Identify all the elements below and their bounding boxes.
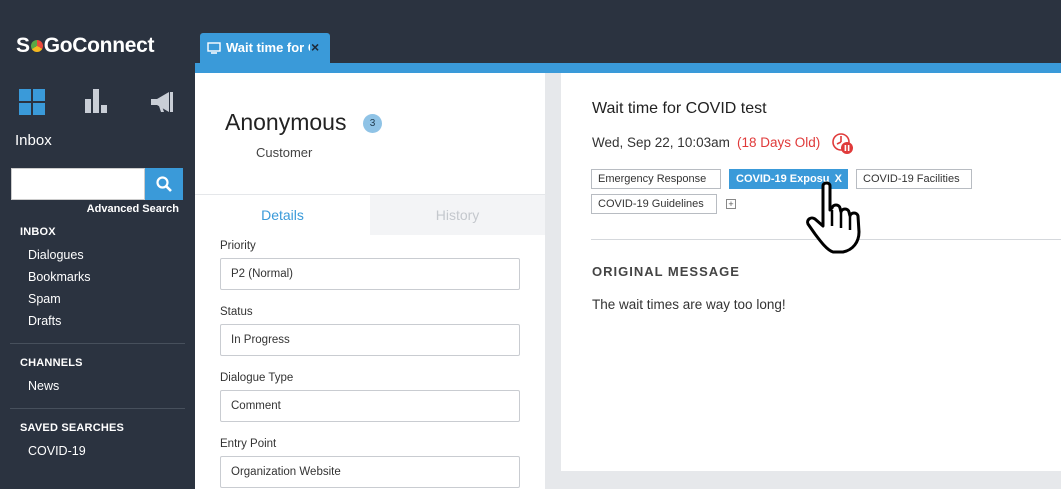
megaphone-icon[interactable] <box>149 89 175 115</box>
tab-label: Wait time for COVID test <box>226 40 310 55</box>
accent-strip <box>195 63 1061 73</box>
app-logo[interactable]: S GoConnect <box>16 34 154 58</box>
contact-name: Anonymous <box>225 109 347 135</box>
dashboard-grid-icon[interactable] <box>19 89 45 115</box>
add-tag-button[interactable]: + <box>726 199 736 209</box>
sidebar: S GoConnect Inbox Advanced Search INBOX D… <box>0 0 195 489</box>
section-title-inbox: INBOX <box>20 226 56 238</box>
original-message-heading: ORIGINAL MESSAGE <box>592 264 740 279</box>
advanced-search-link[interactable]: Advanced Search <box>87 203 179 215</box>
hand-pointer-icon <box>806 181 861 254</box>
search-input[interactable] <box>11 168 145 200</box>
bar-chart-icon[interactable] <box>85 89 109 113</box>
message-title: Wait time for COVID test <box>592 100 767 117</box>
dialogue-type-label: Dialogue Type <box>220 372 294 384</box>
count-badge[interactable]: 3 <box>363 114 382 133</box>
entry-point-label: Entry Point <box>220 438 277 450</box>
status-label: Status <box>220 306 253 318</box>
search-button[interactable] <box>145 168 183 200</box>
contact-role: Customer <box>256 145 313 160</box>
message-age: (18 Days Old) <box>737 135 821 150</box>
divider <box>10 343 185 344</box>
sidebar-item-covid-19[interactable]: COVID-19 <box>28 444 86 458</box>
tag-emergency-response[interactable]: Emergency Response <box>591 169 721 189</box>
priority-field[interactable]: P2 (Normal) <box>220 258 520 290</box>
nav-icons <box>19 89 179 115</box>
sidebar-item-bookmarks[interactable]: Bookmarks <box>28 270 91 284</box>
dialogue-type-field[interactable]: Comment <box>220 390 520 422</box>
search-icon <box>156 176 172 192</box>
clock-pause-icon[interactable] <box>831 132 855 156</box>
message-panel: Wait time for COVID test Wed, Sep 22, 10… <box>561 73 1061 471</box>
inbox-heading: Inbox <box>15 132 52 149</box>
detail-tabs: Details History <box>195 194 545 235</box>
section-title-saved-searches: SAVED SEARCHES <box>20 422 125 434</box>
tab-wait-time[interactable]: Wait time for COVID test × <box>200 33 330 63</box>
section-title-channels: CHANNELS <box>20 357 83 369</box>
tab-history[interactable]: History <box>370 195 545 235</box>
monitor-icon <box>207 42 221 54</box>
message-date: Wed, Sep 22, 10:03am <box>592 135 730 150</box>
sidebar-item-dialogues[interactable]: Dialogues <box>28 248 84 262</box>
logo-dot-icon <box>30 40 43 52</box>
panel-gap <box>545 73 561 489</box>
tag-covid-19-facilities[interactable]: COVID-19 Facilities <box>856 169 972 189</box>
divider <box>10 408 185 409</box>
tab-details[interactable]: Details <box>195 195 370 235</box>
sidebar-item-spam[interactable]: Spam <box>28 292 61 306</box>
tag-covid-19-guidelines[interactable]: COVID-19 Guidelines <box>591 194 717 214</box>
sidebar-item-news[interactable]: News <box>28 379 59 393</box>
entry-point-field[interactable]: Organization Website <box>220 456 520 488</box>
original-message-text: The wait times are way too long! <box>592 297 786 312</box>
status-field[interactable]: In Progress <box>220 324 520 356</box>
sidebar-item-drafts[interactable]: Drafts <box>28 314 61 328</box>
contact-panel: Anonymous 3 Customer Details History Pri… <box>195 73 545 489</box>
tab-close-icon[interactable]: × <box>311 39 319 55</box>
panel-footer <box>561 471 1061 489</box>
priority-label: Priority <box>220 240 256 252</box>
